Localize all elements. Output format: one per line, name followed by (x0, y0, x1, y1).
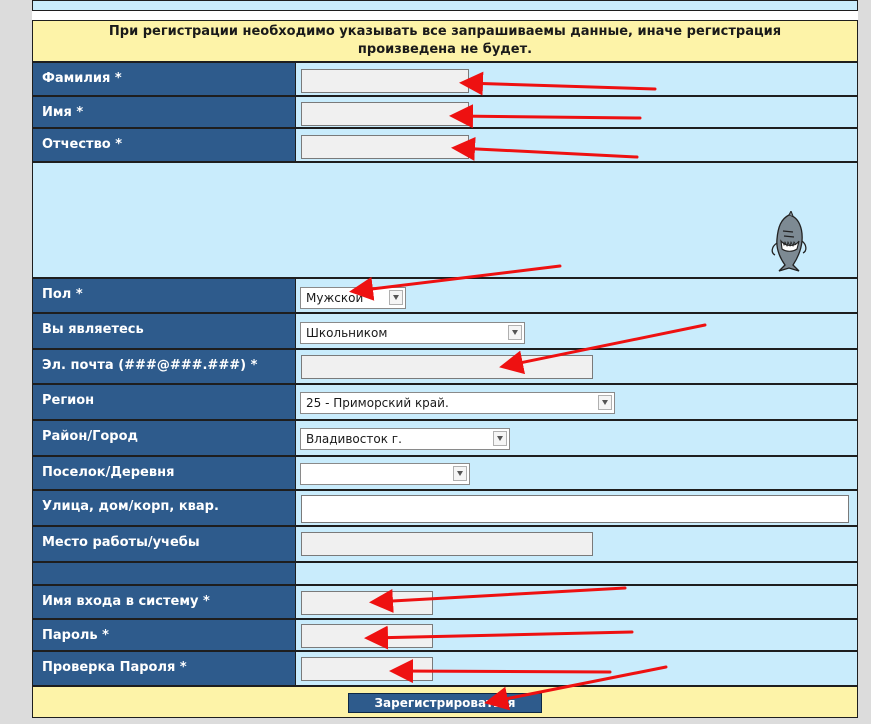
workplace-input[interactable] (301, 532, 593, 556)
register-button[interactable]: Зарегистрироваться (348, 693, 542, 713)
district-label: Район/Город (32, 420, 296, 456)
row-region: Регион 25 - Приморский край. (32, 384, 858, 420)
chevron-down-icon (508, 325, 522, 340)
chevron-down-icon (493, 431, 507, 446)
street-input[interactable] (301, 495, 849, 523)
email-input[interactable] (301, 355, 593, 379)
region-select-value: 25 - Приморский край. (306, 396, 449, 410)
district-select-value: Владивосток г. (306, 432, 402, 446)
row-patronymic: Отчество * (32, 128, 858, 162)
empty-value-cell (296, 562, 858, 585)
region-label: Регион (32, 384, 296, 420)
you-are-label: Вы являетесь (32, 313, 296, 349)
empty-label-cell (32, 562, 296, 585)
registration-form: При регистрации необходимо указывать все… (32, 0, 858, 718)
chevron-down-icon (453, 466, 467, 481)
patronymic-input[interactable] (301, 135, 469, 159)
row-empty (32, 562, 858, 585)
row-surname: Фамилия * (32, 62, 858, 96)
patronymic-label: Отчество * (32, 128, 296, 162)
login-input[interactable] (301, 591, 433, 615)
notice-line-2: произведена не будет. (357, 42, 533, 57)
gender-select-value: Мужской (306, 291, 364, 305)
you-are-select[interactable]: Школьником (300, 322, 525, 344)
notice-line-1: При регистрации необходимо указывать все… (108, 24, 782, 39)
chevron-down-icon (389, 290, 403, 305)
row-email: Эл. почта (###@###.###) * (32, 349, 858, 384)
village-label: Поселок/Деревня (32, 456, 296, 490)
village-select[interactable] (300, 463, 470, 485)
row-gender: Пол * Мужской (32, 278, 858, 313)
row-name: Имя * (32, 96, 858, 128)
surname-label: Фамилия * (32, 62, 296, 96)
password-check-label: Проверка Пароля * (32, 651, 296, 686)
row-password-check: Проверка Пароля * (32, 651, 858, 686)
row-workplace: Место работы/учебы (32, 526, 858, 562)
workplace-label: Место работы/учебы (32, 526, 296, 562)
password-label: Пароль * (32, 619, 296, 651)
name-input[interactable] (301, 102, 469, 126)
login-label: Имя входа в систему * (32, 585, 296, 619)
row-login: Имя входа в систему * (32, 585, 858, 619)
district-select[interactable]: Владивосток г. (300, 428, 510, 450)
surname-input[interactable] (301, 69, 469, 93)
gender-select[interactable]: Мужской (300, 287, 406, 309)
row-street: Улица, дом/корп, квар. (32, 490, 858, 526)
you-are-select-value: Школьником (306, 326, 388, 340)
row-village: Поселок/Деревня (32, 456, 858, 490)
name-label: Имя * (32, 96, 296, 128)
gender-label: Пол * (32, 278, 296, 313)
row-you-are: Вы являетесь Школьником (32, 313, 858, 349)
password-check-input[interactable] (301, 657, 433, 681)
email-label: Эл. почта (###@###.###) * (32, 349, 296, 384)
captcha-area (32, 162, 858, 278)
password-input[interactable] (301, 624, 433, 648)
row-password: Пароль * (32, 619, 858, 651)
chevron-down-icon (598, 395, 612, 410)
shark-mascot-icon (771, 211, 807, 272)
form-footer: Зарегистрироваться (32, 686, 858, 718)
region-select[interactable]: 25 - Приморский край. (300, 392, 615, 414)
row-district: Район/Город Владивосток г. (32, 420, 858, 456)
notice-banner: При регистрации необходимо указывать все… (32, 20, 858, 62)
top-strip (32, 0, 858, 11)
street-label: Улица, дом/корп, квар. (32, 490, 296, 526)
